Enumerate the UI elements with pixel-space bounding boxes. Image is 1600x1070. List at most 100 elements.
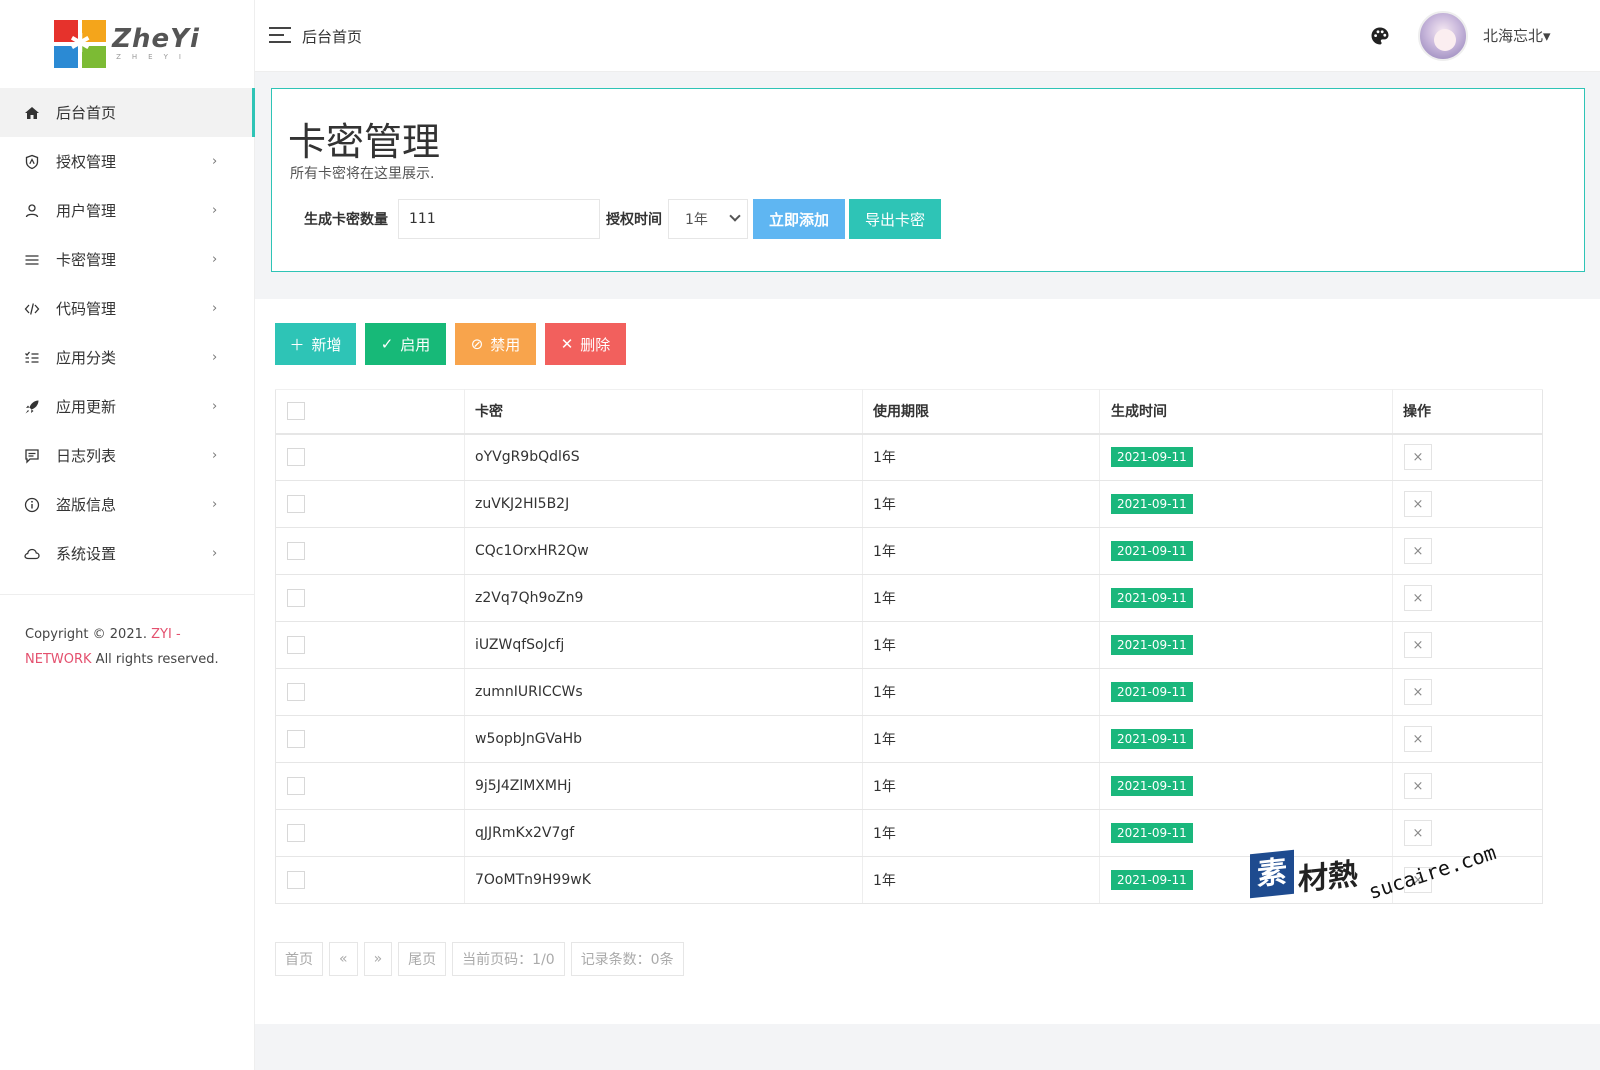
row-checkbox[interactable] — [287, 824, 305, 842]
auth-time-select[interactable]: 1年 — [668, 199, 748, 239]
row-delete-button[interactable]: × — [1404, 773, 1432, 799]
palette-icon[interactable] — [1370, 26, 1390, 46]
card-key: CQc1OrxHR2Qw — [464, 527, 863, 575]
row-delete-button[interactable]: × — [1404, 491, 1432, 517]
sidebar-item-logs[interactable]: 日志列表 › — [0, 431, 254, 480]
topbar: 后台首页 北海忘北▾ — [255, 0, 1600, 72]
sidebar-item-home[interactable]: 后台首页 — [0, 88, 255, 137]
add-now-button[interactable]: 立即添加 — [753, 199, 845, 239]
enable-button[interactable]: ✓ 启用 — [365, 323, 446, 365]
pager-first[interactable]: 首页 — [275, 942, 323, 976]
sidebar-item-code[interactable]: 代码管理 › — [0, 284, 254, 333]
sidebar-item-label: 授权管理 — [56, 153, 117, 171]
card-key: zuVKJ2HI5B2J — [464, 480, 863, 528]
new-button[interactable]: ＋ 新增 — [275, 323, 356, 365]
sidebar-item-cards[interactable]: 卡密管理 › — [0, 235, 254, 284]
disable-button[interactable]: ⊘ 禁用 — [455, 323, 536, 365]
sidebar: ✱ ZheYi ZHEYI 后台首页 授权管理 › 用户管理 › 卡密管理 › … — [0, 0, 255, 1070]
row-delete-button[interactable]: × — [1404, 538, 1432, 564]
row-checkbox[interactable] — [287, 542, 305, 560]
copyright: Copyright © 2021. ZYI - NETWORK All righ… — [25, 622, 225, 672]
row-delete-button[interactable]: × — [1404, 679, 1432, 705]
created-date-badge: 2021-09-11 — [1111, 494, 1193, 514]
created-date-badge: 2021-09-11 — [1111, 682, 1193, 702]
new-button-label: 新增 — [311, 335, 342, 354]
info-icon — [24, 497, 40, 513]
row-checkbox[interactable] — [287, 871, 305, 889]
sidebar-item-label: 后台首页 — [56, 104, 117, 122]
created-date-badge: 2021-09-11 — [1111, 447, 1193, 468]
row-delete-button[interactable]: × — [1404, 726, 1432, 752]
username-dropdown[interactable]: 北海忘北▾ — [1483, 25, 1551, 46]
chevron-right-icon: › — [212, 448, 218, 463]
row-checkbox[interactable] — [287, 589, 305, 607]
home-icon — [24, 105, 40, 121]
sidebar-item-app-category[interactable]: 应用分类 › — [0, 333, 254, 382]
pager-last[interactable]: 尾页 — [398, 942, 447, 976]
sidebar-item-authorization[interactable]: 授权管理 › — [0, 137, 254, 186]
row-delete-button[interactable]: × — [1404, 444, 1432, 471]
card-limit: 1年 — [862, 762, 1100, 810]
row-checkbox[interactable] — [287, 730, 305, 748]
quantity-input[interactable] — [398, 199, 600, 239]
table-row: oYVgR9bQdl6S 1年 2021-09-11 × — [275, 433, 1543, 481]
table-row: 9j5J4ZlMXMHj 1年 2021-09-11 × — [275, 762, 1543, 810]
row-delete-button[interactable]: × — [1404, 867, 1432, 893]
select-all-checkbox[interactable] — [287, 402, 305, 421]
card-key: 7OoMTn9H99wK — [464, 856, 863, 904]
row-delete-button[interactable]: × — [1404, 585, 1432, 611]
chevron-right-icon: › — [212, 399, 218, 414]
row-checkbox[interactable] — [287, 636, 305, 654]
chevron-down-icon — [729, 210, 741, 222]
sidebar-item-label: 应用更新 — [56, 398, 117, 416]
breadcrumb-title: 后台首页 — [302, 28, 363, 46]
table-row: 7OoMTn9H99wK 1年 2021-09-11 × — [275, 856, 1543, 904]
sidebar-item-piracy[interactable]: 盗版信息 › — [0, 480, 254, 529]
table-row: qJJRmKx2V7gf 1年 2021-09-11 × — [275, 809, 1543, 857]
logo-text: ZheYi ZHEYI — [112, 26, 200, 62]
pagination: 首页 « » 尾页 当前页码：1/0 记录条数：0条 — [275, 942, 690, 976]
sidebar-divider — [0, 594, 254, 595]
close-icon: ✕ — [560, 335, 574, 353]
copyright-suffix: All rights reserved. — [95, 652, 219, 667]
disable-button-label: 禁用 — [490, 335, 521, 354]
row-checkbox[interactable] — [287, 495, 305, 513]
chevron-right-icon: › — [212, 301, 218, 316]
row-checkbox[interactable] — [287, 448, 305, 467]
action-toolbar: ＋ 新增 ✓ 启用 ⊘ 禁用 ✕ 删除 — [275, 323, 635, 365]
shield-icon — [24, 154, 40, 170]
delete-button[interactable]: ✕ 删除 — [545, 323, 626, 365]
chevron-right-icon: › — [212, 546, 218, 561]
pager-prev[interactable]: « — [329, 942, 358, 976]
row-checkbox[interactable] — [287, 777, 305, 795]
code-icon — [24, 301, 40, 317]
card-limit: 1年 — [862, 621, 1100, 669]
row-checkbox[interactable] — [287, 683, 305, 701]
logo[interactable]: ✱ ZheYi ZHEYI — [0, 0, 254, 88]
menu-toggle-icon[interactable] — [269, 27, 291, 43]
card-limit: 1年 — [862, 856, 1100, 904]
table-row: w5opbJnGVaHb 1年 2021-09-11 × — [275, 715, 1543, 763]
chevron-right-icon: › — [212, 497, 218, 512]
export-cards-button[interactable]: 导出卡密 — [849, 199, 941, 239]
sidebar-item-label: 卡密管理 — [56, 251, 117, 269]
avatar[interactable] — [1418, 11, 1468, 61]
table-row: CQc1OrxHR2Qw 1年 2021-09-11 × — [275, 527, 1543, 575]
column-header-key: 卡密 — [464, 389, 863, 435]
pager-next[interactable]: » — [363, 942, 393, 976]
row-delete-button[interactable]: × — [1404, 632, 1432, 658]
sidebar-item-settings[interactable]: 系统设置 › — [0, 529, 254, 578]
card-generator-panel: 卡密管理 所有卡密将在这里展示. 生成卡密数量 授权时间 1年 立即添加 导出卡… — [271, 88, 1585, 272]
card-key: iUZWqfSoJcfj — [464, 621, 863, 669]
table-row: zumnIURICCWs 1年 2021-09-11 × — [275, 668, 1543, 716]
copyright-prefix: Copyright © 2021. — [25, 627, 148, 642]
sidebar-item-users[interactable]: 用户管理 › — [0, 186, 254, 235]
pager-record-count: 记录条数：0条 — [570, 942, 684, 976]
sidebar-item-app-update[interactable]: 应用更新 › — [0, 382, 254, 431]
message-icon — [24, 448, 40, 464]
enable-button-label: 启用 — [400, 335, 431, 354]
list-icon — [24, 252, 40, 268]
sidebar-item-label: 用户管理 — [56, 202, 117, 220]
created-date-badge: 2021-09-11 — [1111, 541, 1193, 561]
row-delete-button[interactable]: × — [1404, 820, 1432, 846]
